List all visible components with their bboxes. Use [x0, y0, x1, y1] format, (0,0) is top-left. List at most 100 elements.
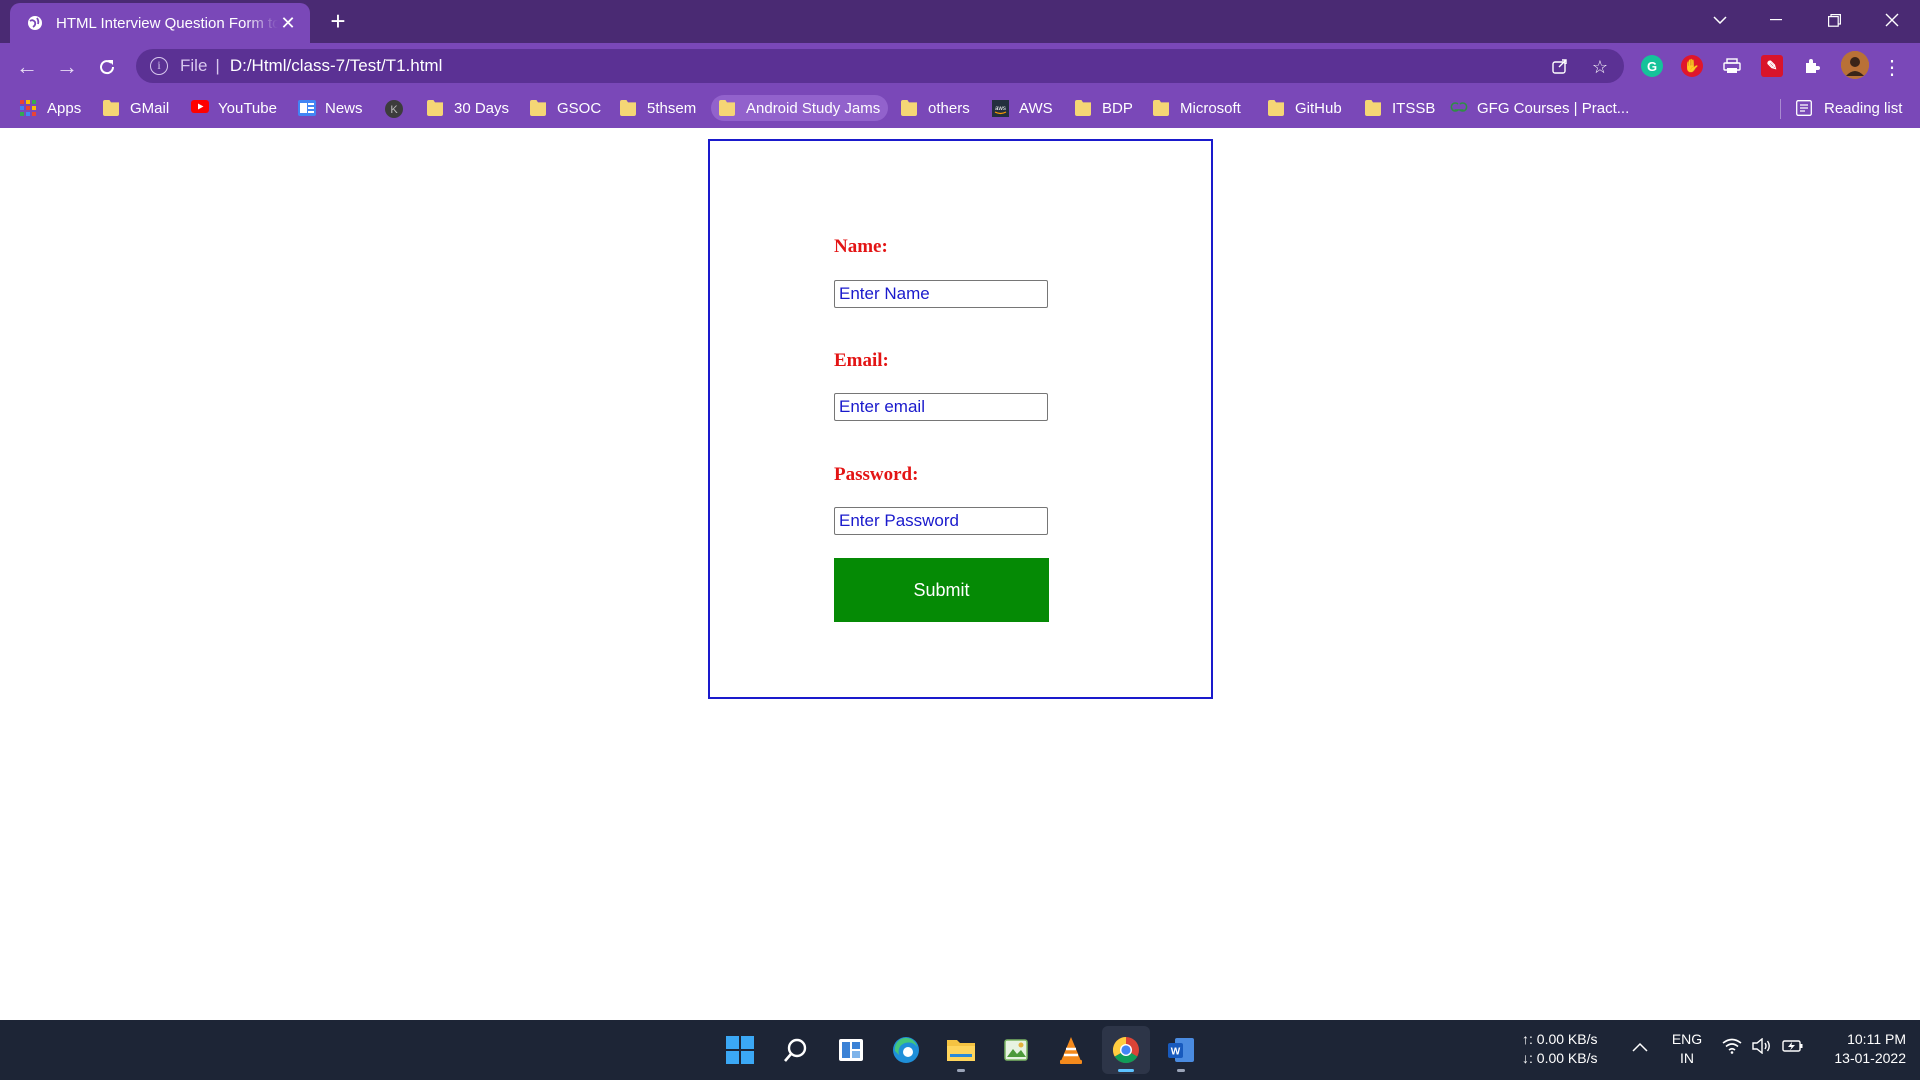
bookmark-bdp[interactable]: BDP — [1075, 95, 1133, 121]
globe-icon — [26, 14, 44, 32]
volume-icon[interactable] — [1752, 1037, 1772, 1059]
tray-overflow-chevron-icon[interactable] — [1632, 1038, 1648, 1057]
vlc-icon[interactable] — [1047, 1026, 1095, 1074]
bookmarks-bar: Apps GMail YouTube News K 30 Days GSOC 5… — [0, 89, 1920, 128]
tab-strip: HTML Interview Question Form to... ✕ + — [0, 0, 1920, 43]
address-bar[interactable]: i File | D:/Html/class-7/Test/T1.html ☆ — [136, 49, 1624, 83]
bookmark-30-days[interactable]: 30 Days — [427, 95, 509, 121]
active-indicator — [1118, 1069, 1134, 1072]
bookmark-label: 30 Days — [454, 99, 510, 117]
youtube-icon — [191, 100, 209, 116]
word-icon[interactable]: W — [1157, 1026, 1205, 1074]
gfg-icon — [1450, 100, 1468, 116]
tab-search-icon[interactable] — [1692, 0, 1748, 40]
tab-title: HTML Interview Question Form to... — [56, 14, 278, 32]
reload-icon[interactable] — [91, 51, 123, 83]
bookmark-news[interactable]: News — [298, 95, 363, 121]
bookmark-gmail[interactable]: GMail — [103, 95, 169, 121]
share-icon[interactable] — [1550, 57, 1570, 77]
bookmark-apps[interactable]: Apps — [20, 95, 81, 121]
browser-tab-active[interactable]: HTML Interview Question Form to... ✕ — [10, 3, 310, 43]
folder-icon — [1075, 100, 1091, 116]
restore-button[interactable] — [1806, 0, 1862, 40]
bookmark-label: Apps — [47, 99, 82, 117]
profile-avatar[interactable] — [1841, 51, 1869, 79]
grammarly-icon[interactable]: G — [1641, 55, 1663, 77]
printer-icon[interactable] — [1721, 55, 1743, 77]
bookmark-label: YouTube — [218, 99, 277, 117]
bookmark-others[interactable]: others — [901, 95, 970, 121]
close-window-button[interactable] — [1864, 0, 1920, 40]
network-speed: ↑: 0.00 KB/s ↓: 0.00 KB/s — [1522, 1030, 1597, 1068]
info-icon[interactable]: i — [150, 57, 168, 75]
aws-icon: aws — [992, 100, 1009, 117]
running-indicator — [1177, 1069, 1185, 1072]
password-label: Password: — [834, 464, 919, 485]
battery-charging-icon[interactable] — [1782, 1038, 1804, 1059]
close-tab-icon[interactable]: ✕ — [278, 13, 298, 33]
email-input[interactable] — [834, 393, 1048, 421]
search-icon[interactable] — [772, 1026, 820, 1074]
bookmark-itssb[interactable]: ITSSB — [1365, 95, 1435, 121]
bookmark-gsoc[interactable]: GSOC — [530, 95, 601, 121]
svg-text:K: K — [390, 104, 398, 116]
folder-icon — [901, 100, 917, 116]
clock-time: 10:11 PM — [1847, 1031, 1906, 1047]
language-code: ENG — [1671, 1031, 1703, 1047]
bookmarks-divider — [1780, 99, 1781, 119]
forward-arrow-icon[interactable]: → — [51, 51, 83, 83]
folder-icon — [719, 100, 735, 116]
windows-taskbar: W ↑: 0.00 KB/s ↓: 0.00 KB/s ENG IN 10:11… — [0, 1020, 1920, 1080]
chrome-icon[interactable] — [1102, 1026, 1150, 1074]
bookmark-microsoft[interactable]: Microsoft — [1153, 95, 1241, 121]
bookmark-youtube[interactable]: YouTube — [191, 95, 277, 121]
reading-list-label: Reading list — [1824, 99, 1903, 117]
wifi-icon[interactable] — [1722, 1038, 1742, 1059]
photos-app-icon[interactable] — [992, 1026, 1040, 1074]
puzzle-extensions-icon[interactable] — [1801, 55, 1823, 77]
bookmark-label: AWS — [1019, 99, 1053, 117]
new-tab-button[interactable]: + — [324, 8, 352, 36]
k-avatar-icon: K — [385, 100, 403, 118]
folder-icon — [103, 100, 119, 116]
start-windows-icon[interactable] — [716, 1026, 764, 1074]
reading-list-icon — [1796, 100, 1812, 116]
clock[interactable]: 10:11 PM 13-01-2022 — [1820, 1030, 1906, 1068]
bookmark-label: GFG Courses | Pract... — [1477, 99, 1630, 117]
folder-icon — [1268, 100, 1284, 116]
bookmark-label: ITSSB — [1392, 99, 1436, 117]
bookmark-label: GMail — [130, 99, 170, 117]
url-separator: | — [215, 56, 220, 75]
language-indicator[interactable]: ENG IN — [1668, 1030, 1706, 1068]
file-explorer-icon[interactable] — [937, 1026, 985, 1074]
password-input[interactable] — [834, 507, 1048, 535]
submit-button[interactable]: Submit — [834, 558, 1049, 622]
bookmark-star-icon[interactable]: ☆ — [1590, 57, 1610, 77]
bookmark-5thsem[interactable]: 5thsem — [620, 95, 696, 121]
bookmark-android-study-jams[interactable]: Android Study Jams — [711, 95, 889, 121]
reading-list-button[interactable]: Reading list — [1796, 95, 1902, 121]
bookmark-aws[interactable]: aws AWS — [992, 95, 1053, 121]
svg-text:W: W — [1171, 1047, 1181, 1058]
more-menu-icon[interactable]: ⋮ — [1876, 51, 1908, 83]
edge-browser-icon[interactable] — [882, 1026, 930, 1074]
widgets-icon[interactable] — [827, 1026, 875, 1074]
bookmark-label: Android Study Jams — [746, 99, 881, 117]
bookmark-label: News — [325, 99, 363, 117]
bookmark-github[interactable]: GitHub — [1268, 95, 1342, 121]
clock-date: 13-01-2022 — [1834, 1050, 1906, 1066]
name-input[interactable] — [834, 280, 1048, 308]
back-arrow-icon[interactable]: ← — [11, 51, 43, 83]
bookmark-label: GitHub — [1295, 99, 1342, 117]
folder-icon — [427, 100, 443, 116]
bookmark-k[interactable]: K — [385, 95, 403, 121]
folder-icon — [1153, 100, 1169, 116]
adblock-icon[interactable]: ✋ — [1681, 55, 1703, 77]
bookmark-gfg-courses[interactable]: GFG Courses | Pract... — [1450, 95, 1629, 121]
bookmark-label: GSOC — [557, 99, 602, 117]
minimize-button[interactable] — [1748, 0, 1804, 40]
bookmark-label: 5thsem — [647, 99, 697, 117]
pen-extension-icon[interactable]: ✎ — [1761, 55, 1783, 77]
bookmark-label: others — [928, 99, 970, 117]
folder-icon — [620, 100, 636, 116]
